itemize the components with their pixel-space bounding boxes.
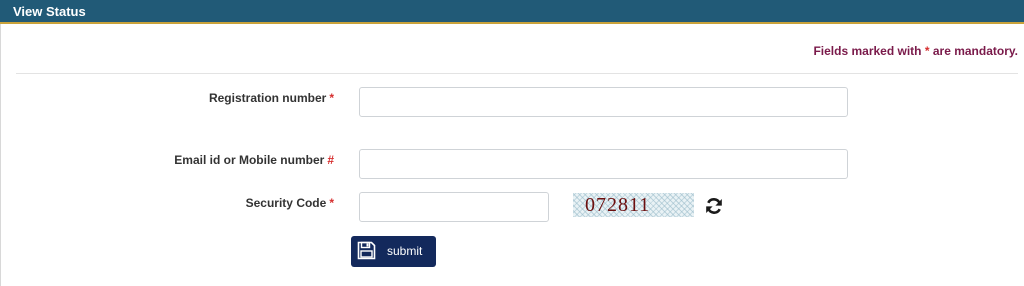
mandatory-note-suffix: are mandatory. — [929, 44, 1018, 58]
page-header: View Status — [0, 0, 1024, 24]
email-or-mobile-input[interactable] — [359, 149, 848, 179]
submit-button[interactable]: submit — [351, 236, 436, 267]
mandatory-note-prefix: Fields marked with — [813, 44, 925, 58]
required-marker: * — [329, 196, 334, 210]
submit-button-label: submit — [387, 244, 423, 258]
refresh-icon[interactable] — [704, 196, 724, 216]
security-code-label-text: Security Code — [245, 196, 327, 210]
captcha-image: 072811 — [573, 193, 694, 217]
email-or-mobile-label: Email id or Mobile number # — [14, 153, 334, 167]
security-code-label: Security Code * — [14, 196, 334, 210]
required-marker: * — [329, 91, 334, 105]
required-marker-hash: # — [327, 153, 334, 167]
section-divider — [16, 73, 1018, 74]
save-icon — [357, 241, 376, 260]
email-or-mobile-label-text: Email id or Mobile number — [174, 153, 325, 167]
registration-number-input[interactable] — [359, 87, 848, 117]
registration-number-label: Registration number * — [14, 91, 334, 105]
panel-border — [0, 24, 1, 286]
captcha-code: 072811 — [585, 194, 651, 216]
mandatory-fields-note: Fields marked with * are mandatory. — [813, 44, 1018, 58]
security-code-input[interactable] — [359, 192, 549, 222]
registration-number-label-text: Registration number — [208, 91, 327, 105]
page-title: View Status — [13, 4, 86, 19]
